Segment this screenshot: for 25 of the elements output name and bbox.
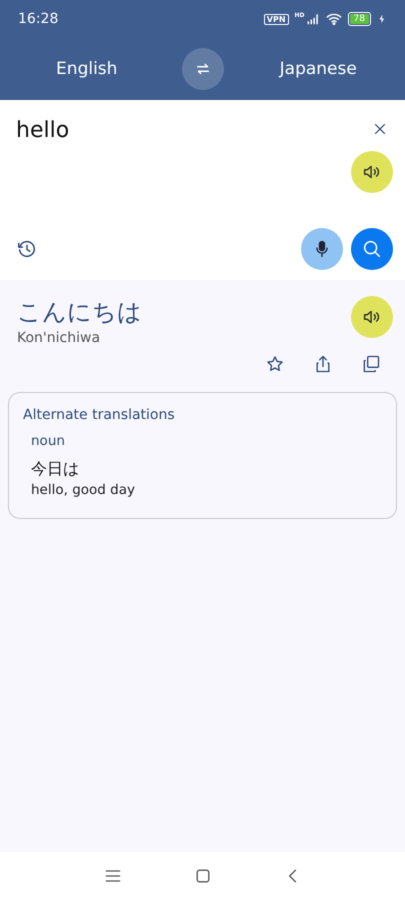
history-button[interactable]: [16, 238, 38, 260]
vpn-indicator: VPN: [264, 14, 289, 24]
history-icon: [16, 238, 38, 260]
romanization-text: Kon'nichiwa: [17, 330, 102, 346]
swap-button[interactable]: [182, 48, 224, 90]
alternate-meaning: hello, good day: [31, 482, 136, 498]
translation-text: こんにちは: [17, 297, 142, 328]
status-time: 16:28: [18, 11, 60, 27]
star-icon: [265, 354, 285, 374]
speaker-button[interactable]: [351, 151, 393, 193]
battery-icon: 78: [348, 12, 371, 26]
microphone-button[interactable]: [301, 228, 343, 270]
wifi-icon: [326, 11, 342, 27]
part-of-speech: noun: [31, 433, 66, 449]
search-button[interactable]: [351, 228, 393, 270]
card-title: Alternate translations: [23, 407, 176, 423]
speaker-button[interactable]: [351, 296, 393, 338]
search-icon: [361, 238, 383, 260]
input-field[interactable]: hello: [16, 114, 216, 147]
source-language[interactable]: English: [22, 53, 152, 85]
target-language[interactable]: Japanese: [254, 53, 383, 85]
signal-icon: [306, 12, 320, 26]
copy-icon: [361, 354, 381, 374]
alternate-term: 今日は: [31, 459, 80, 480]
charging-icon: [377, 14, 387, 24]
